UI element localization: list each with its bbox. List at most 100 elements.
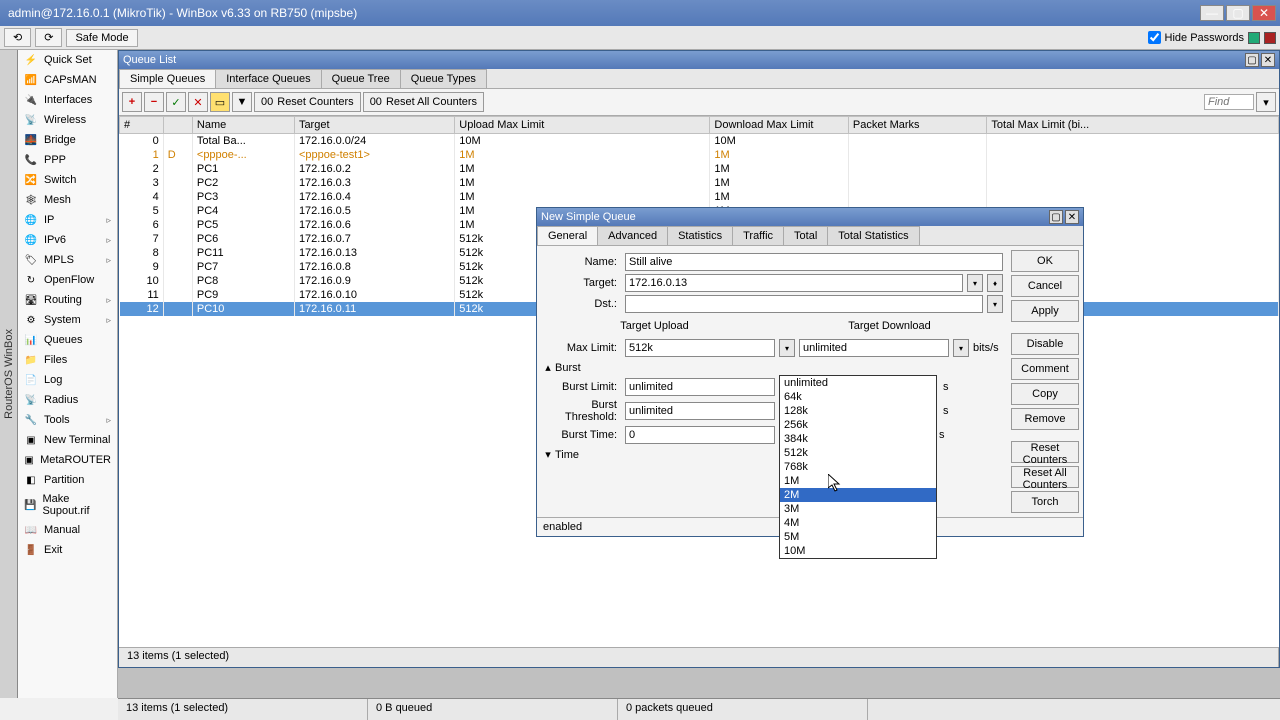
sidebar-item-tools[interactable]: 🔧Tools▹	[18, 410, 117, 430]
table-row[interactable]: 2PC1172.16.0.21M1M	[120, 162, 1279, 176]
dialog-tab-general[interactable]: General	[537, 226, 598, 245]
dialog-close[interactable]: ✕	[1065, 210, 1079, 224]
reset-counters-button[interactable]: 00Reset Counters	[254, 92, 361, 112]
safe-mode-button[interactable]: Safe Mode	[66, 29, 137, 47]
tab-queue-types[interactable]: Queue Types	[400, 69, 487, 88]
sidebar-item-ip[interactable]: 🌐IP▹	[18, 210, 117, 230]
dropdown-option[interactable]: 4M	[780, 516, 936, 530]
dialog-maximize[interactable]: ▢	[1049, 210, 1063, 224]
sidebar-item-partition[interactable]: ◧Partition	[18, 470, 117, 490]
disable-button[interactable]: Disable	[1011, 333, 1079, 355]
sidebar-item-files[interactable]: 📁Files	[18, 350, 117, 370]
sidebar-item-metarouter[interactable]: ▣MetaROUTER	[18, 450, 117, 470]
table-row[interactable]: 1D<pppoe-...<pppoe-test1>1M1M	[120, 148, 1279, 162]
column-header[interactable]: Name	[192, 117, 294, 134]
dropdown-option[interactable]: unlimited	[780, 376, 936, 390]
dropdown-option[interactable]: 256k	[780, 418, 936, 432]
dialog-tab-advanced[interactable]: Advanced	[597, 226, 668, 245]
sidebar-item-ipv6[interactable]: 🌐IPv6▹	[18, 230, 117, 250]
bursttime-upload-input[interactable]	[625, 426, 775, 444]
table-row[interactable]: 3PC2172.16.0.31M1M	[120, 176, 1279, 190]
column-header[interactable]: Target	[294, 117, 454, 134]
queue-list-maximize[interactable]: ▢	[1245, 53, 1259, 67]
copy-button[interactable]: Copy	[1011, 383, 1079, 405]
dropdown-option[interactable]: 5M	[780, 530, 936, 544]
sidebar-item-bridge[interactable]: 🌉Bridge	[18, 130, 117, 150]
find-dropdown[interactable]: ▾	[1256, 92, 1276, 112]
column-header[interactable]: Upload Max Limit	[455, 117, 710, 134]
reset-all-counters-button[interactable]: 00Reset All Counters	[363, 92, 484, 112]
torch-button[interactable]: Torch	[1011, 491, 1079, 513]
find-input[interactable]	[1204, 94, 1254, 110]
sidebar-item-wireless[interactable]: 📡Wireless	[18, 110, 117, 130]
dropdown-option[interactable]: 384k	[780, 432, 936, 446]
forward-button[interactable]: ⟳	[35, 28, 62, 47]
add-button[interactable]: +	[122, 92, 142, 112]
dropdown-option[interactable]: 64k	[780, 390, 936, 404]
sidebar-item-queues[interactable]: 📊Queues	[18, 330, 117, 350]
sidebar-item-openflow[interactable]: ↻OpenFlow	[18, 270, 117, 290]
column-header[interactable]: Total Max Limit (bi...	[987, 117, 1279, 134]
dialog-tab-total[interactable]: Total	[783, 226, 828, 245]
target-dropdown[interactable]: ▾	[967, 274, 983, 292]
dialog-tab-statistics[interactable]: Statistics	[667, 226, 733, 245]
tab-interface-queues[interactable]: Interface Queues	[215, 69, 321, 88]
sidebar-item-system[interactable]: ⚙System▹	[18, 310, 117, 330]
column-header[interactable]: Download Max Limit	[710, 117, 848, 134]
dst-input[interactable]	[625, 295, 983, 313]
ok-button[interactable]: OK	[1011, 250, 1079, 272]
sidebar-item-ppp[interactable]: 📞PPP	[18, 150, 117, 170]
sidebar-item-radius[interactable]: 📡Radius	[18, 390, 117, 410]
time-collapse-icon[interactable]: ▾	[541, 448, 555, 461]
queue-list-close[interactable]: ✕	[1261, 53, 1275, 67]
dropdown-option[interactable]: 3M	[780, 502, 936, 516]
dropdown-option[interactable]: 2M	[780, 488, 936, 502]
enable-button[interactable]: ✓	[166, 92, 186, 112]
sidebar-item-interfaces[interactable]: 🔌Interfaces	[18, 90, 117, 110]
dst-dropdown[interactable]: ▾	[987, 295, 1003, 313]
maxlimit-download-dropdown[interactable]: ▾	[953, 339, 969, 357]
table-row[interactable]: 0Total Ba...172.16.0.0/2410M10M	[120, 134, 1279, 149]
reset-all-counters-button[interactable]: Reset All Counters	[1011, 466, 1079, 488]
tab-simple-queues[interactable]: Simple Queues	[119, 69, 216, 88]
maximize-button[interactable]: ▢	[1226, 5, 1250, 21]
target-input[interactable]	[625, 274, 963, 292]
cancel-button[interactable]: Cancel	[1011, 275, 1079, 297]
sidebar-item-capsman[interactable]: 📶CAPsMAN	[18, 70, 117, 90]
disable-button[interactable]: ✕	[188, 92, 208, 112]
filter-button[interactable]: ▼	[232, 92, 252, 112]
column-header[interactable]: #	[120, 117, 164, 134]
sidebar-item-switch[interactable]: 🔀Switch	[18, 170, 117, 190]
maxlimit-download-input[interactable]	[799, 339, 949, 357]
name-input[interactable]	[625, 253, 1003, 271]
close-button[interactable]: ✕	[1252, 5, 1276, 21]
hide-passwords-checkbox[interactable]: Hide Passwords	[1148, 31, 1244, 44]
reset-counters-button[interactable]: Reset Counters	[1011, 441, 1079, 463]
sidebar-item-quick-set[interactable]: ⚡Quick Set	[18, 50, 117, 70]
sidebar-item-log[interactable]: 📄Log	[18, 370, 117, 390]
burstlimit-upload-input[interactable]	[625, 378, 775, 396]
burstthresh-upload-input[interactable]	[625, 402, 775, 420]
sidebar-item-mesh[interactable]: 🕸Mesh	[18, 190, 117, 210]
target-updown[interactable]: ♦	[987, 274, 1003, 292]
dropdown-option[interactable]: 1M	[780, 474, 936, 488]
comment-button[interactable]: ▭	[210, 92, 230, 112]
sidebar-item-mpls[interactable]: 🏷MPLS▹	[18, 250, 117, 270]
dropdown-option[interactable]: 768k	[780, 460, 936, 474]
tab-queue-tree[interactable]: Queue Tree	[321, 69, 401, 88]
dropdown-option[interactable]: 128k	[780, 404, 936, 418]
sidebar-item-exit[interactable]: 🚪Exit	[18, 540, 117, 560]
sidebar-item-manual[interactable]: 📖Manual	[18, 520, 117, 540]
remove-button[interactable]: Remove	[1011, 408, 1079, 430]
remove-button[interactable]: −	[144, 92, 164, 112]
maxlimit-upload-dropdown[interactable]: ▾	[779, 339, 795, 357]
back-button[interactable]: ⟲	[4, 28, 31, 47]
dialog-tab-traffic[interactable]: Traffic	[732, 226, 784, 245]
dialog-tab-total-statistics[interactable]: Total Statistics	[827, 226, 919, 245]
burst-collapse-icon[interactable]: ▴	[541, 361, 555, 374]
dropdown-option[interactable]: 512k	[780, 446, 936, 460]
column-header[interactable]	[163, 117, 192, 134]
comment-button[interactable]: Comment	[1011, 358, 1079, 380]
column-header[interactable]: Packet Marks	[848, 117, 986, 134]
sidebar-item-routing[interactable]: 🛣Routing▹	[18, 290, 117, 310]
